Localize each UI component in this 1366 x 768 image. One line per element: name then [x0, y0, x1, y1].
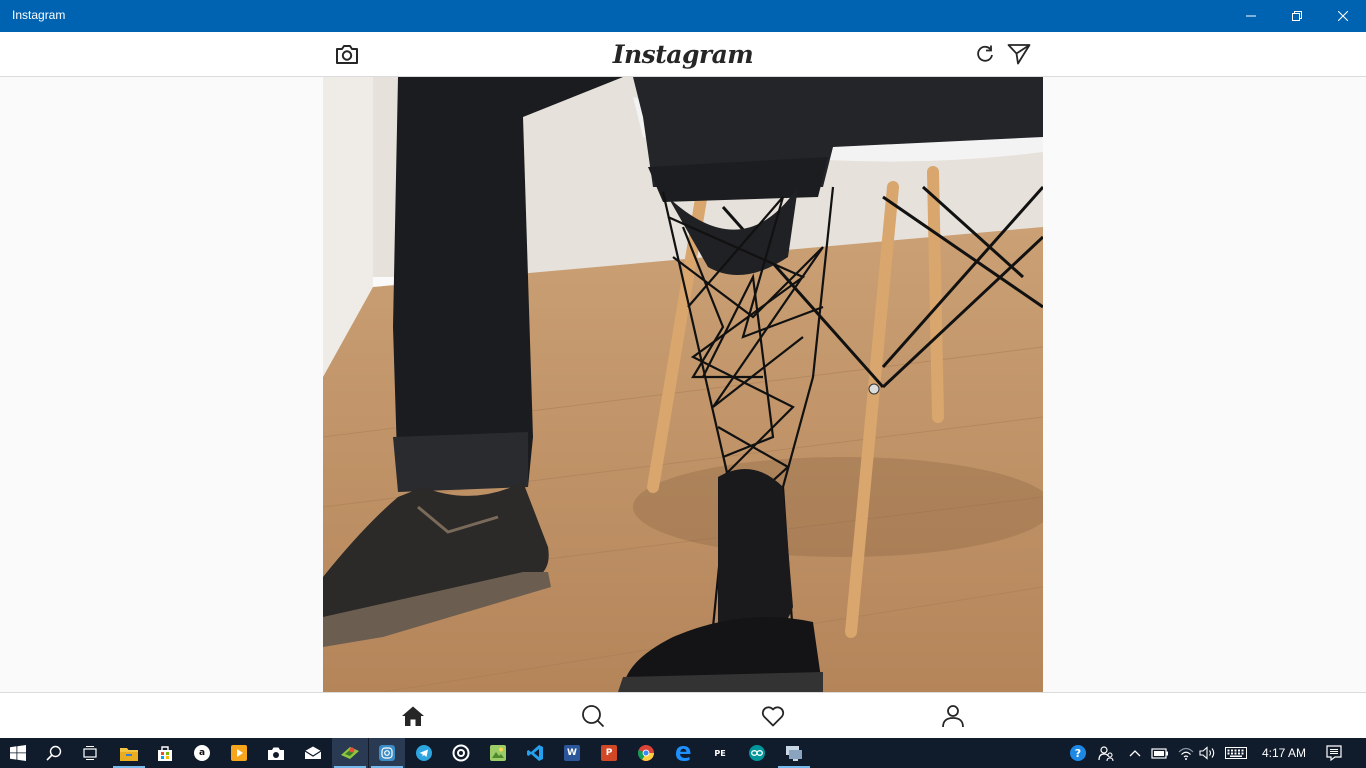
store-icon	[158, 746, 172, 761]
taskbar-maps[interactable]	[332, 738, 368, 768]
mail-icon	[304, 746, 322, 759]
windows-icon	[10, 745, 26, 761]
taskbar-vscode[interactable]	[517, 738, 553, 768]
taskbar-search[interactable]	[36, 738, 72, 768]
people-icon	[1098, 746, 1114, 761]
taskbar-mail[interactable]	[295, 738, 331, 768]
action-center-icon	[1326, 745, 1342, 761]
nav-home[interactable]	[400, 703, 426, 729]
taskbar-remote-desktop[interactable]	[776, 738, 812, 768]
post-photo[interactable]	[323, 77, 1043, 692]
taskbar-instagram[interactable]	[369, 738, 405, 768]
direct-messages-button[interactable]	[1006, 41, 1032, 67]
feed[interactable]	[0, 77, 1366, 692]
app-header: Instagram	[0, 32, 1366, 77]
tray-wifi[interactable]	[1174, 738, 1198, 768]
tray-show-hidden[interactable]	[1124, 738, 1146, 768]
instagram-logo: Instagram	[612, 39, 754, 69]
powerpoint-icon: P	[601, 745, 617, 761]
person-icon	[942, 705, 964, 728]
pe-icon: PE	[712, 745, 728, 761]
vscode-icon	[527, 745, 543, 761]
wifi-icon	[1178, 747, 1194, 760]
refresh-icon	[977, 45, 993, 62]
amazon-icon: a	[194, 745, 210, 761]
restore-button[interactable]	[1274, 0, 1320, 32]
minimize-button[interactable]	[1228, 0, 1274, 32]
arduino-icon	[749, 745, 765, 761]
search-icon	[582, 705, 605, 728]
camera-button[interactable]	[334, 41, 360, 67]
volume-icon	[1199, 746, 1215, 760]
heart-icon	[761, 706, 785, 727]
remote-desktop-icon	[786, 746, 802, 761]
taskbar-amazon[interactable]: a	[184, 738, 220, 768]
minimize-icon	[1246, 15, 1256, 17]
taskbar-file-explorer[interactable]	[111, 738, 147, 768]
instagram-icon	[379, 745, 395, 761]
window-title-bar: Instagram	[0, 0, 1366, 32]
taskbar-clock[interactable]: 4:17 AM	[1252, 738, 1316, 768]
taskbar-store[interactable]	[147, 738, 183, 768]
taskbar-chrome[interactable]	[628, 738, 664, 768]
tray-help[interactable]: ?	[1066, 738, 1090, 768]
taskbar-disc-app[interactable]	[443, 738, 479, 768]
telegram-icon	[416, 745, 432, 761]
camera-icon	[336, 45, 358, 64]
post-photo-image	[323, 77, 1043, 692]
nav-activity[interactable]	[760, 703, 786, 729]
help-icon: ?	[1070, 745, 1086, 761]
task-view-icon	[83, 746, 97, 760]
tray-battery[interactable]	[1148, 738, 1172, 768]
action-center-button[interactable]	[1320, 738, 1348, 768]
nav-profile[interactable]	[940, 703, 966, 729]
taskbar-camera[interactable]	[258, 738, 294, 768]
taskbar-photos[interactable]	[480, 738, 516, 768]
taskbar-pe-app[interactable]: PE	[702, 738, 738, 768]
close-button[interactable]	[1320, 0, 1366, 32]
edge-icon	[676, 746, 691, 761]
nav-search[interactable]	[580, 703, 606, 729]
task-view-button[interactable]	[72, 738, 108, 768]
svg-text:?: ?	[1075, 747, 1081, 760]
home-icon	[402, 706, 424, 726]
taskbar-edge[interactable]	[665, 738, 701, 768]
bottom-navigation	[0, 692, 1366, 738]
taskbar-telegram[interactable]	[406, 738, 442, 768]
search-icon	[46, 745, 62, 761]
file-explorer-icon	[120, 747, 138, 761]
restore-icon	[1292, 11, 1302, 21]
photos-icon	[490, 745, 506, 761]
taskbar-word[interactable]: W	[554, 738, 590, 768]
keyboard-icon	[1225, 747, 1247, 759]
taskbar: a W P PE ? 4:17 AM	[0, 738, 1366, 768]
tray-people[interactable]	[1094, 738, 1118, 768]
maps-icon	[341, 747, 359, 759]
taskbar-arduino[interactable]	[739, 738, 775, 768]
chevron-up-icon	[1129, 750, 1141, 757]
taskbar-powerpoint[interactable]: P	[591, 738, 627, 768]
chrome-icon	[638, 745, 654, 761]
refresh-button[interactable]	[972, 41, 998, 67]
close-icon	[1338, 11, 1348, 21]
disc-icon	[452, 744, 470, 762]
start-button[interactable]	[0, 738, 36, 768]
battery-icon	[1151, 748, 1168, 759]
paper-plane-icon	[1007, 44, 1031, 65]
window-title: Instagram	[12, 8, 66, 22]
camera-icon	[268, 747, 284, 760]
tray-volume[interactable]	[1196, 738, 1220, 768]
taskbar-media-player[interactable]	[221, 738, 257, 768]
word-icon: W	[564, 745, 580, 761]
tray-keyboard[interactable]	[1222, 738, 1250, 768]
media-player-icon	[231, 745, 247, 761]
